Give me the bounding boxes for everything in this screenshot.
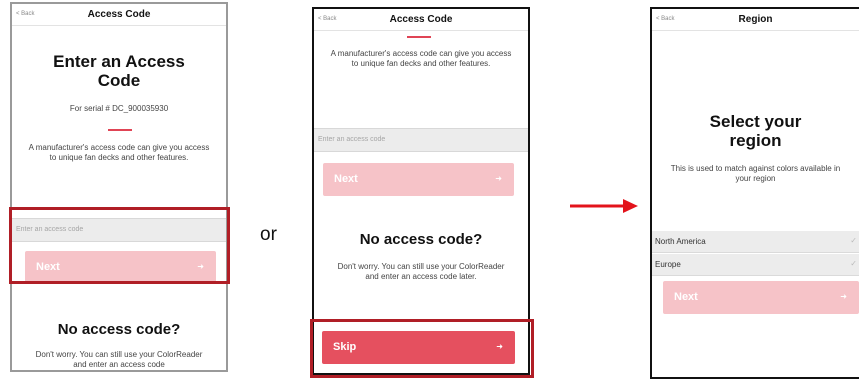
checkmark-icon: ✓ <box>850 259 857 268</box>
region-label: North America <box>655 237 706 246</box>
no-code-heading: No access code? <box>57 321 181 338</box>
or-label: or <box>260 224 277 245</box>
accent-divider <box>108 129 132 131</box>
access-code-screen: < Back Access Code Enter an Access Code … <box>10 2 228 372</box>
nav-title: Access Code <box>87 9 151 20</box>
no-code-text: Don't worry. You can still use your Colo… <box>337 262 505 281</box>
page-heading: Select your region <box>709 112 802 150</box>
nav-title: Region <box>738 14 773 25</box>
region-label: Europe <box>655 260 681 269</box>
access-code-description: A manufacturer's access code can give yo… <box>330 49 512 68</box>
access-code-input[interactable]: Enter an access code <box>314 128 528 152</box>
region-screen: < Back Region Select your region This is… <box>650 7 859 379</box>
next-button-label: Next <box>334 173 358 185</box>
next-button[interactable]: Next ➜ <box>663 281 859 314</box>
region-row-europe[interactable]: Europe ✓ <box>652 254 859 276</box>
region-row-north-america[interactable]: North America ✓ <box>652 231 859 253</box>
nav-title: Access Code <box>389 14 453 25</box>
page-heading: Enter an Access Code <box>53 52 185 90</box>
next-button-label: Next <box>674 291 698 303</box>
serial-number: For serial # DC_900035930 <box>69 104 169 113</box>
nav-bar: < Back Access Code <box>12 4 226 26</box>
no-code-heading: No access code? <box>359 231 483 248</box>
input-highlight-box <box>9 207 230 284</box>
checkmark-icon: ✓ <box>850 236 857 245</box>
access-code-description: A manufacturer's access code can give yo… <box>28 143 210 162</box>
arrow-right-icon: ➜ <box>840 292 847 301</box>
skip-highlight-box <box>310 319 534 378</box>
accent-divider <box>407 36 431 38</box>
no-code-text: Don't worry. You can still use your Colo… <box>35 350 203 369</box>
access-code-placeholder: Enter an access code <box>318 136 386 143</box>
nav-bar: < Back Access Code <box>314 9 528 31</box>
arrow-right-icon: ➜ <box>495 174 502 183</box>
next-button[interactable]: Next ➜ <box>323 163 514 196</box>
nav-bar: < Back Region <box>652 9 859 31</box>
region-description: This is used to match against colors ava… <box>670 164 841 183</box>
flow-arrow-icon <box>570 199 638 213</box>
